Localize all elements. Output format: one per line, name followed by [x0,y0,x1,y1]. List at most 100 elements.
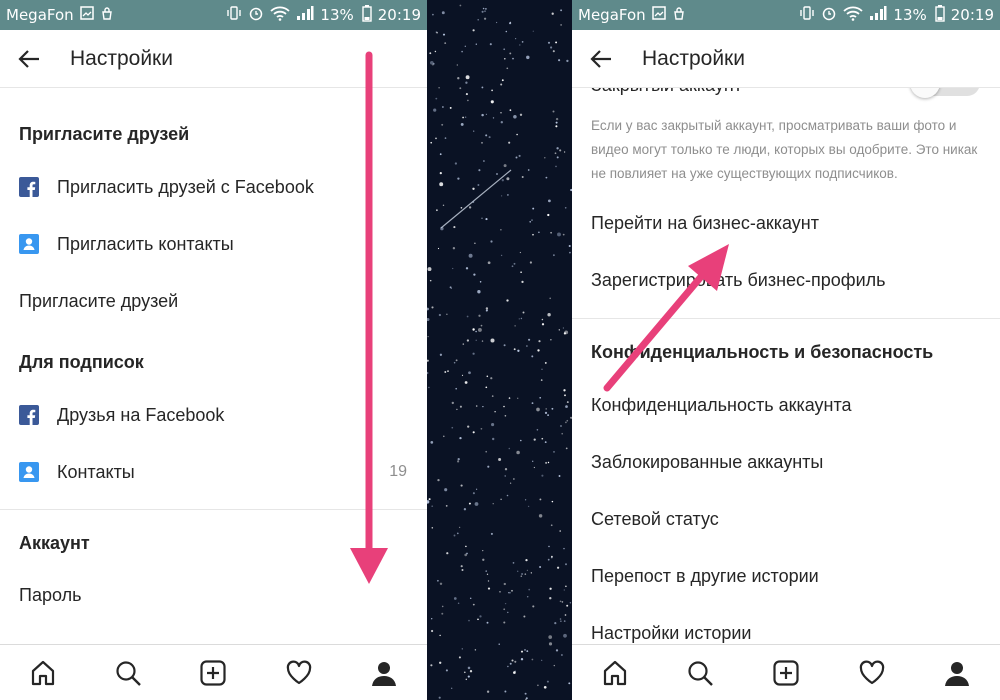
star [466,315,469,318]
activity-tab[interactable] [279,653,319,693]
signal-icon [869,5,887,25]
star [485,113,488,116]
blocked-accounts-item[interactable]: Заблокированные аккаунты [591,447,980,477]
search-tab[interactable] [680,653,720,693]
invite-friends-item[interactable]: Пригласите друзей [19,286,407,316]
password-item[interactable]: Пароль [19,580,407,610]
star [496,173,498,175]
star [561,601,564,603]
back-button[interactable] [0,30,58,88]
star [442,204,445,206]
star [550,524,553,527]
add-post-icon [200,659,227,686]
switch-business-item[interactable]: Перейти на бизнес-аккаунт [591,208,980,238]
star [520,658,524,661]
star [527,505,530,508]
star [484,7,487,10]
add-post-tab[interactable] [766,653,806,693]
star [553,664,555,667]
star [554,152,557,155]
star [430,141,433,144]
star [506,177,510,181]
star [435,97,438,100]
star [459,436,462,440]
star [509,482,512,484]
search-tab[interactable] [108,653,148,693]
star [547,213,550,217]
star [429,279,432,282]
star [473,273,476,276]
star [469,670,473,673]
profile-tab[interactable] [364,653,404,693]
star [439,153,442,156]
activity-tab[interactable] [852,653,892,693]
star [556,147,559,150]
star [559,424,563,428]
star [433,108,437,112]
heart-icon [286,660,312,684]
star [563,620,566,622]
star [503,582,506,586]
item-label: Пригласить контакты [57,233,234,254]
story-resharing-item[interactable]: Перепост в другие истории [591,561,980,591]
star [466,339,470,342]
invite-facebook-item[interactable]: Пригласить друзей с Facebook [19,172,407,202]
facebook-friends-item[interactable]: Друзья на Facebook [19,400,407,430]
contacts-icon [19,462,39,482]
account-privacy-item[interactable]: Конфиденциальность аккаунта [591,390,980,420]
star [503,48,506,51]
star [566,401,569,404]
profile-tab[interactable] [937,653,977,693]
star [472,492,475,495]
star [532,460,534,462]
star [475,339,477,341]
invite-contacts-item[interactable]: Пригласить контакты [19,229,407,259]
star [482,558,485,561]
carrier-name: MegaFon [578,6,646,24]
star [521,280,524,284]
back-arrow-icon [590,49,611,68]
star [553,450,555,453]
star [477,184,480,186]
vibrate-icon [226,5,242,25]
star [431,629,434,633]
star [503,608,506,611]
star [469,597,472,600]
star [559,149,562,152]
contacts-count: 19 [389,463,407,480]
section-header-subscriptions: Для подписок [19,351,144,372]
star [550,46,553,49]
star [566,604,569,607]
star [481,141,483,144]
star [445,669,448,672]
section-header-privacy: Конфиденциальность и безопасность [591,341,934,362]
star [477,618,479,621]
star [430,441,434,444]
star [526,650,529,652]
star [438,313,442,317]
star [519,44,521,46]
star [465,93,468,96]
home-tab[interactable] [595,653,635,693]
star [532,233,534,236]
contacts-item[interactable]: Контакты 19 [19,457,407,487]
star [453,361,456,364]
star [482,7,485,10]
star [509,109,512,112]
star [456,532,459,535]
activity-status-item[interactable]: Сетевой статус [591,504,980,534]
star [490,377,493,380]
star [472,201,475,203]
star [552,110,555,113]
star [568,244,571,248]
star [557,232,561,237]
add-post-tab[interactable] [193,653,233,693]
home-tab[interactable] [23,653,63,693]
star [504,602,507,605]
star [434,50,437,53]
star [561,432,564,435]
register-business-item[interactable]: Зарегистрировать бизнес-профиль [591,265,980,295]
star [562,233,565,236]
back-button[interactable] [572,30,630,88]
star [500,498,502,501]
